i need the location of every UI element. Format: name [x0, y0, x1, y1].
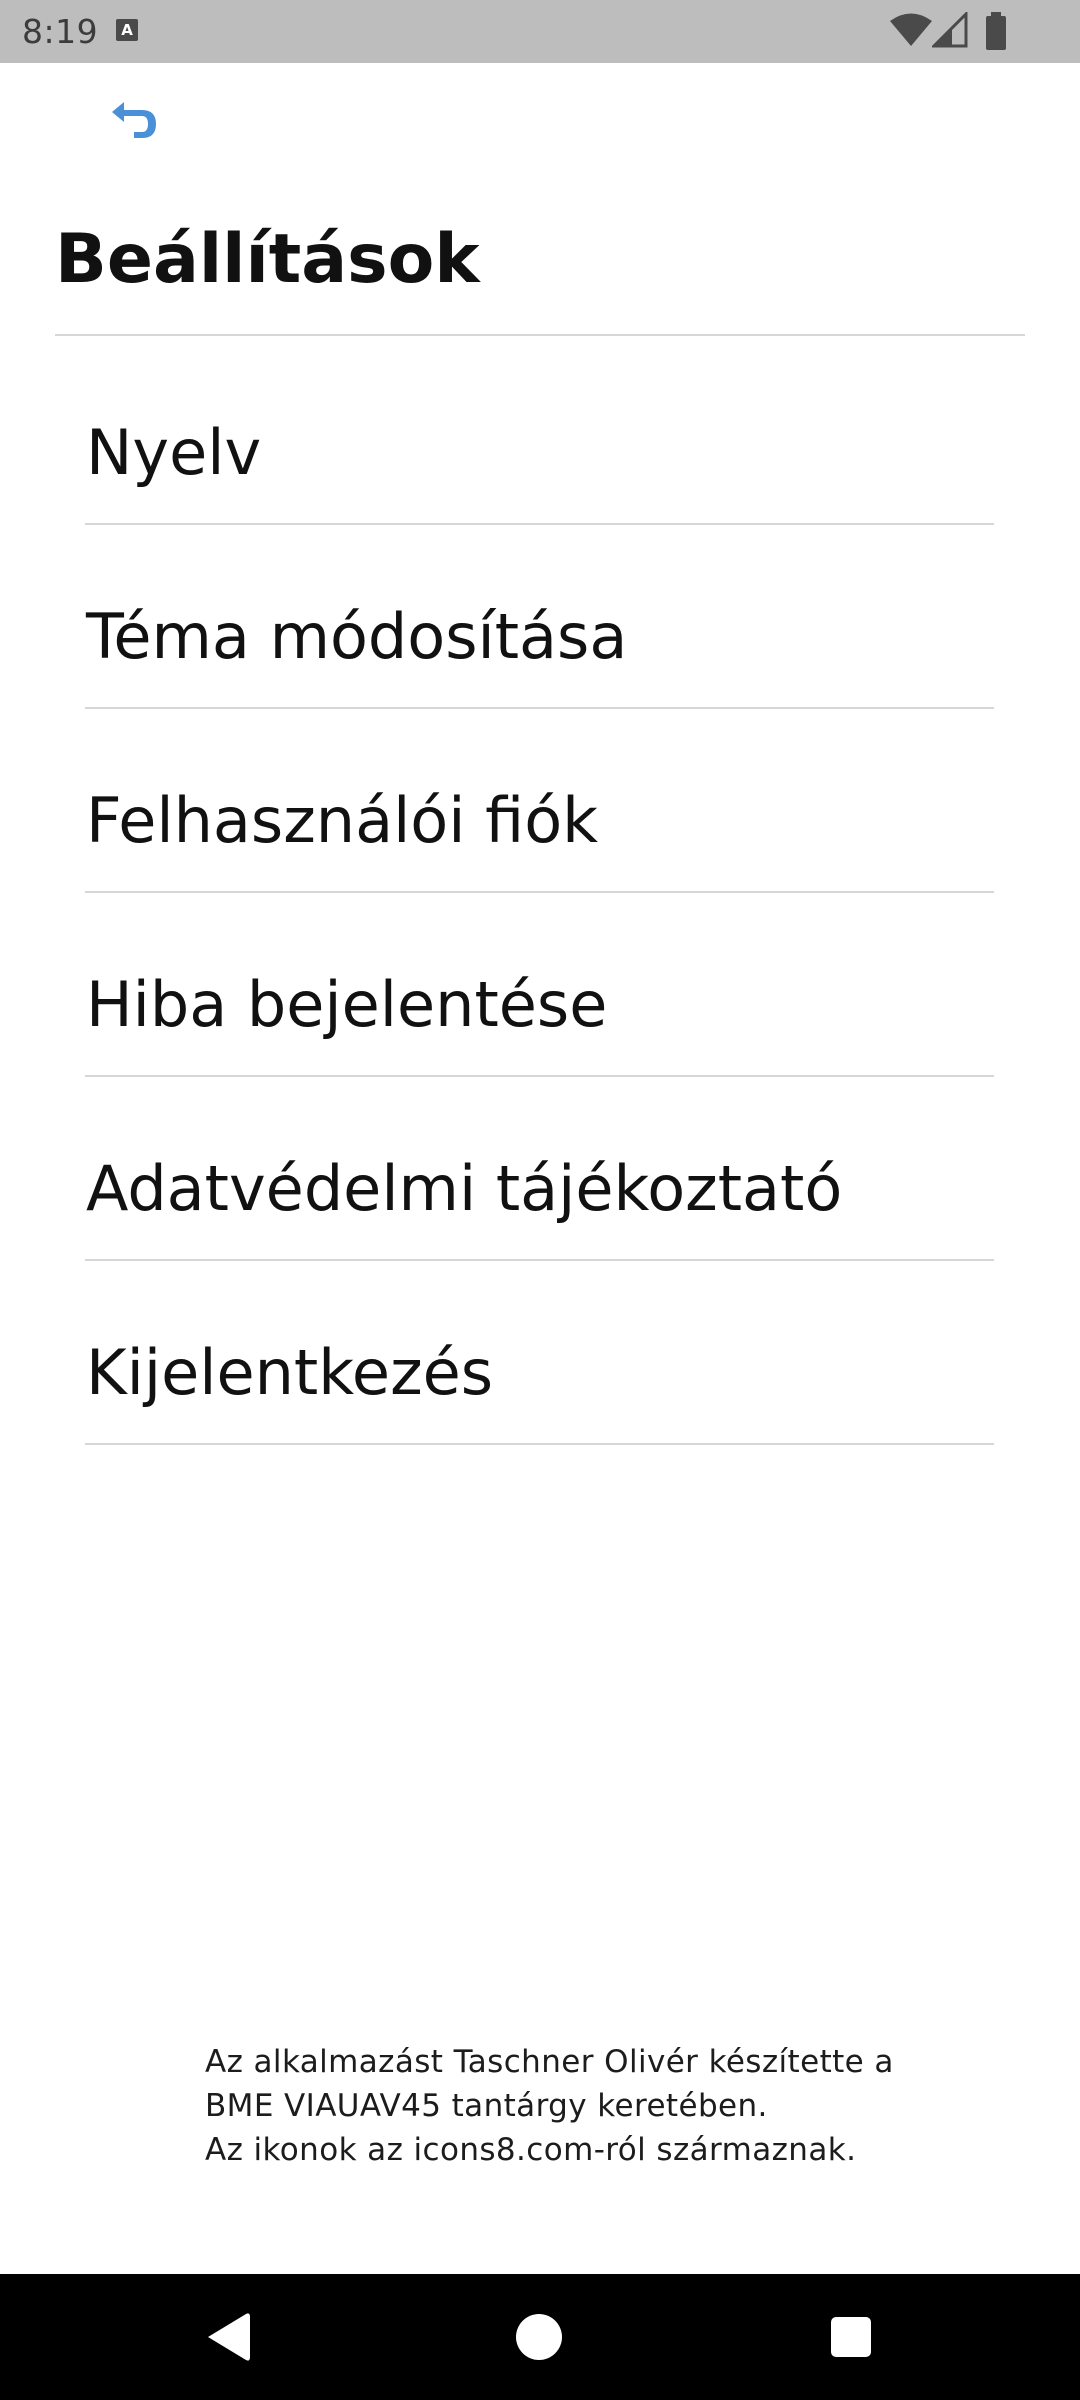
footer-line: BME VIAUAV45 tantárgy keretében.: [205, 2088, 768, 2124]
nav-home-button[interactable]: [506, 2304, 572, 2370]
menu-item-label: Hiba bejelentése: [86, 968, 608, 1041]
cellular-signal-icon: [932, 12, 968, 48]
back-button[interactable]: [108, 92, 172, 156]
system-navigation-bar: [0, 2274, 1080, 2400]
menu-item-report-bug[interactable]: Hiba bejelentése: [85, 893, 994, 1077]
notification-a-icon: A: [116, 19, 138, 41]
triangle-back-icon: [208, 2313, 250, 2361]
menu-divider: [85, 1443, 994, 1445]
menu-item-label: Kijelentkezés: [86, 1336, 494, 1409]
battery-icon: [986, 12, 1006, 50]
menu-item-logout[interactable]: Kijelentkezés: [85, 1261, 994, 1445]
nav-recents-button[interactable]: [818, 2304, 884, 2370]
settings-menu-list: Nyelv Téma módosítása Felhasználói fiók …: [85, 341, 994, 1445]
page-title: Beállítások: [55, 220, 480, 299]
undo-arrow-icon: [112, 102, 156, 138]
menu-item-label: Adatvédelmi tájékoztató: [86, 1152, 843, 1225]
menu-item-label: Téma módosítása: [86, 600, 628, 673]
title-divider: [55, 334, 1025, 336]
status-time: 8:19: [22, 12, 99, 51]
status-bar: 8:19 A: [0, 0, 1080, 63]
menu-item-user-account[interactable]: Felhasználói fiók: [85, 709, 994, 893]
footer-line: Az ikonok az icons8.com-ról származnak.: [205, 2132, 857, 2168]
wifi-icon: [890, 13, 932, 46]
menu-item-label: Felhasználói fiók: [86, 784, 599, 857]
menu-item-label: Nyelv: [86, 416, 262, 489]
footer-line: Az alkalmazást Taschner Olivér készített…: [205, 2044, 894, 2080]
menu-item-privacy-policy[interactable]: Adatvédelmi tájékoztató: [85, 1077, 994, 1261]
footer-credits: Az alkalmazást Taschner Olivér készített…: [205, 2040, 965, 2172]
nav-back-button[interactable]: [194, 2304, 260, 2370]
menu-item-language[interactable]: Nyelv: [85, 341, 994, 525]
square-recents-icon: [831, 2317, 871, 2357]
menu-item-theme[interactable]: Téma módosítása: [85, 525, 994, 709]
circle-home-icon: [516, 2314, 562, 2360]
